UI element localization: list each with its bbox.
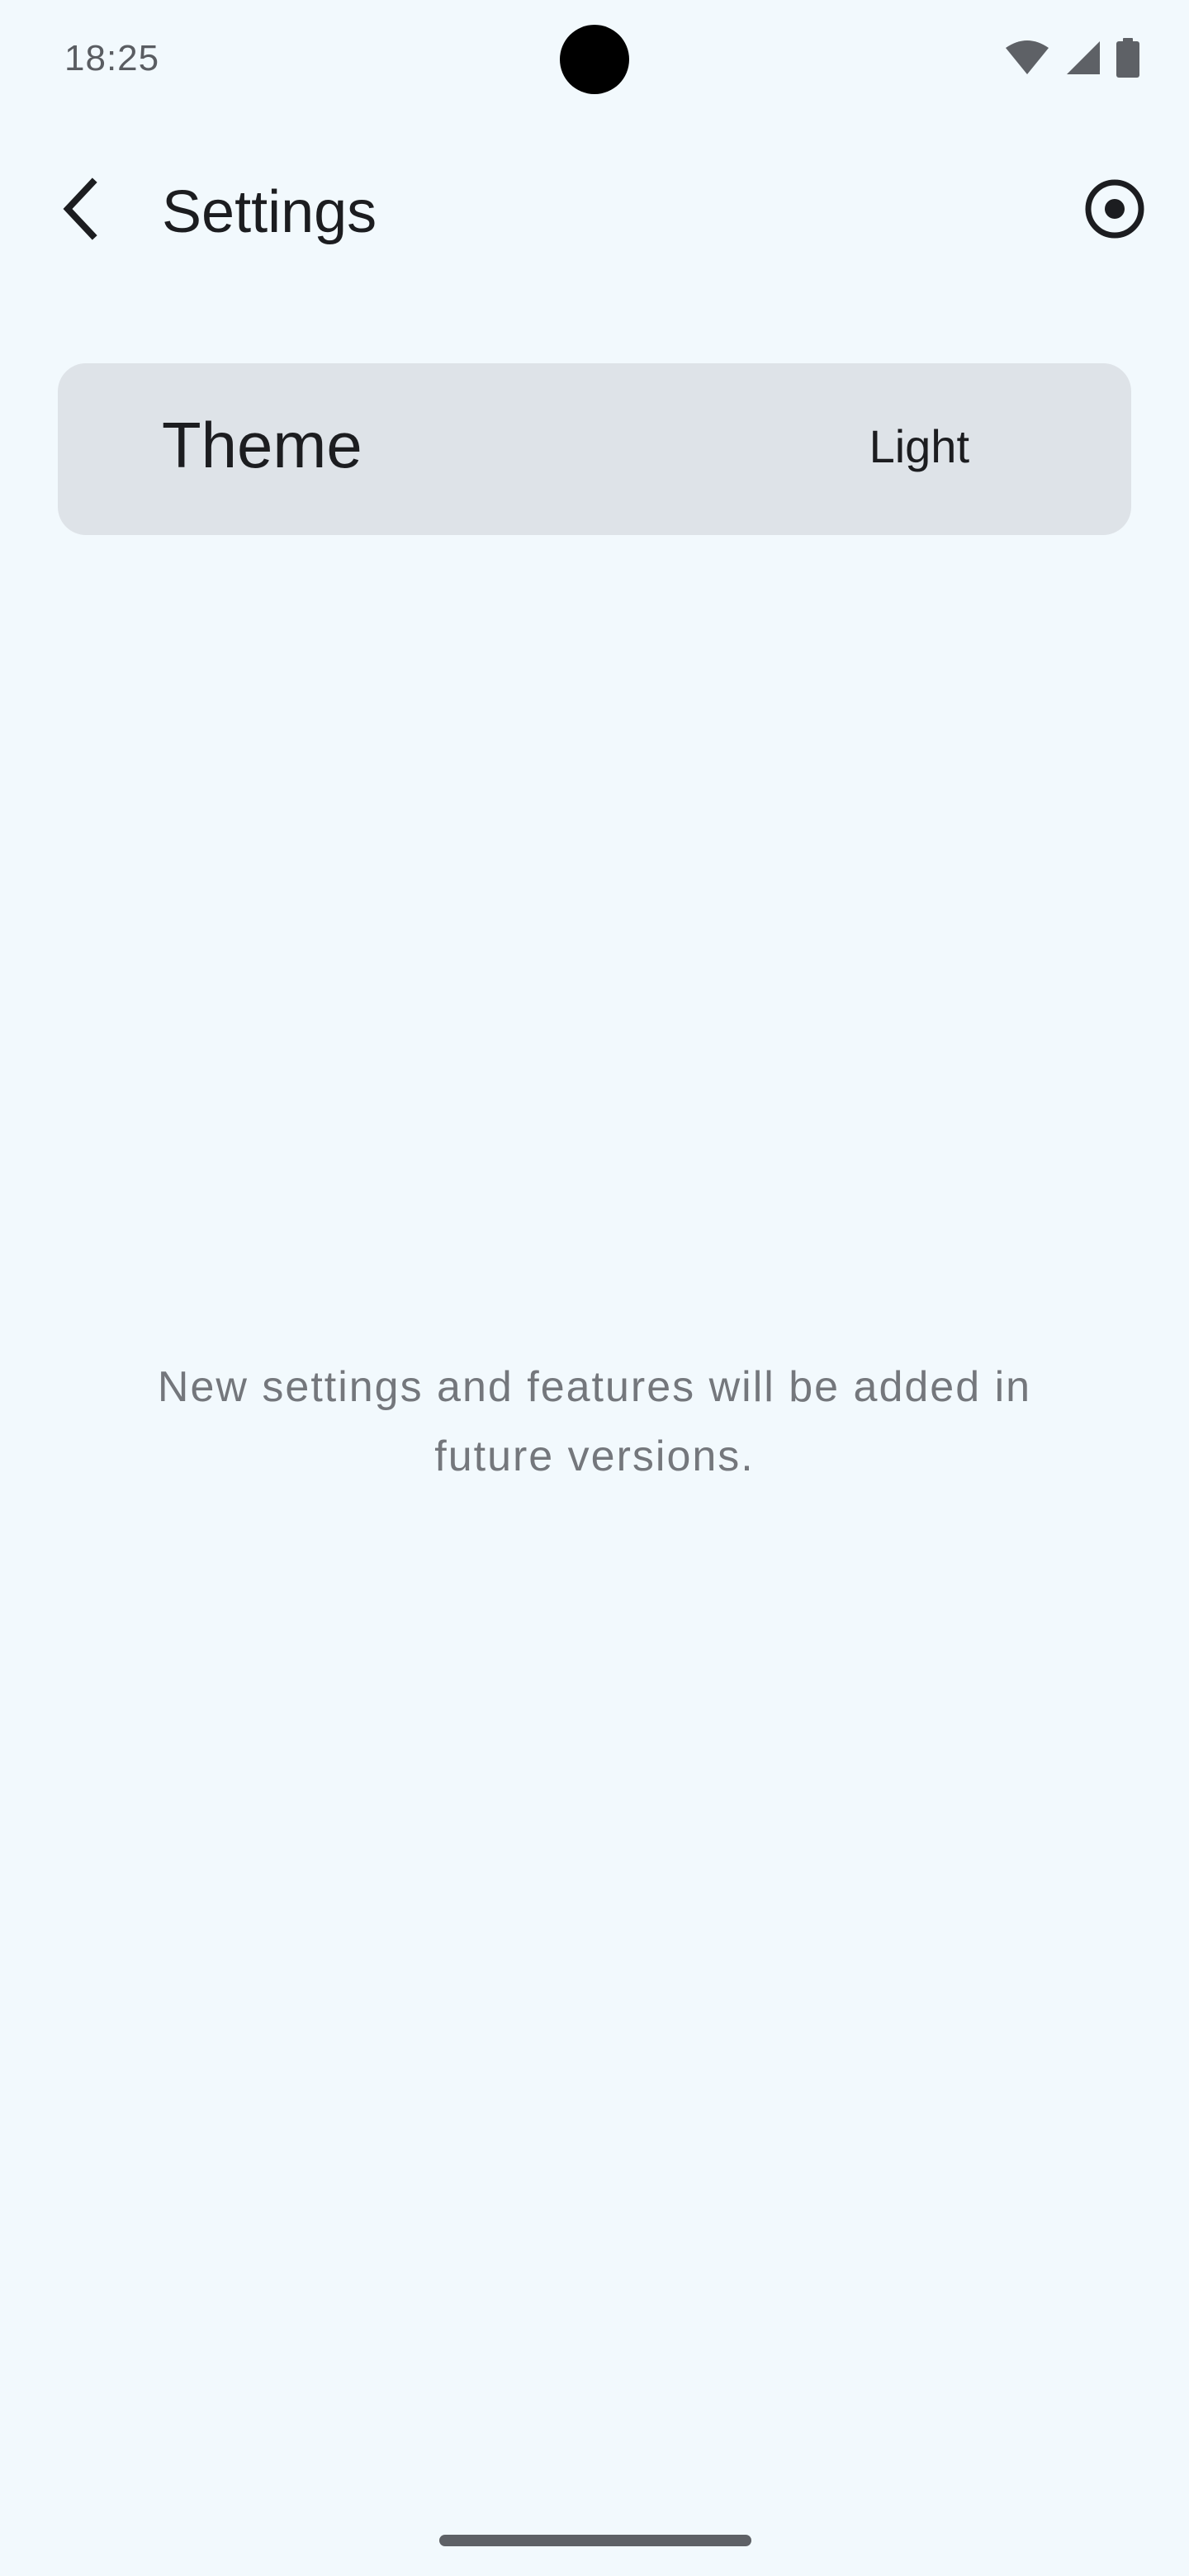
- status-time: 18:25: [64, 38, 160, 78]
- camera-cutout: [560, 25, 629, 94]
- theme-label: Theme: [162, 409, 362, 481]
- home-indicator[interactable]: [439, 2535, 751, 2546]
- battery-icon: [1116, 38, 1139, 78]
- status-bar: 18:25: [0, 0, 1189, 116]
- page-title: Settings: [162, 179, 377, 245]
- wifi-icon: [1004, 40, 1050, 76]
- status-icons: [1004, 38, 1139, 78]
- radio-action-button[interactable]: [1073, 169, 1156, 252]
- theme-setting-row[interactable]: Theme Light: [58, 363, 1131, 535]
- chevron-left-icon: [58, 177, 107, 244]
- app-bar: Settings: [0, 157, 1189, 264]
- info-message: New settings and features will be added …: [157, 1363, 1032, 1480]
- back-button[interactable]: [41, 169, 124, 252]
- theme-value: Light: [869, 420, 969, 472]
- cell-signal-icon: [1065, 40, 1101, 76]
- radio-target-icon: [1083, 178, 1146, 244]
